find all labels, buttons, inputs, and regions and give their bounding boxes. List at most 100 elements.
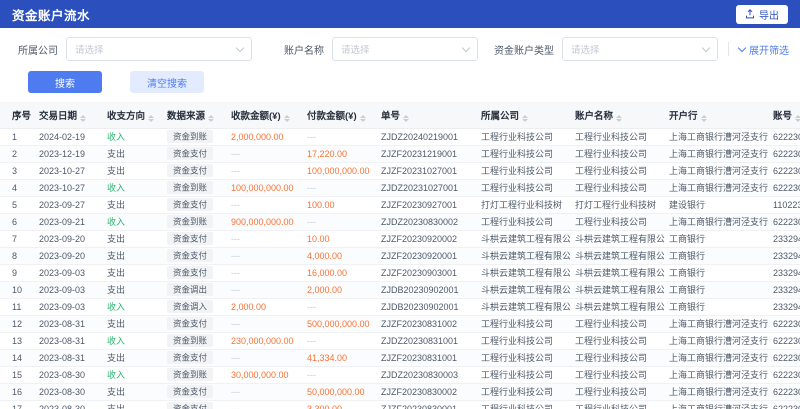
cell-date: 2023-09-20 [34, 247, 102, 264]
cell-accno-text: 62223011 [773, 336, 800, 346]
cell-amt_in: 230,000,000.00 [226, 332, 302, 349]
sort-icon[interactable] [403, 115, 409, 122]
cell-dir: 收入 [102, 298, 162, 315]
cell-accno-text: 11022382 [773, 200, 800, 210]
sort-icon[interactable] [208, 115, 214, 122]
page-header: 资金账户流水 导出 [0, 0, 800, 28]
company-select-placeholder: 请选择 [75, 42, 104, 56]
cell-account: 工程行业科技公司 [570, 162, 664, 179]
cell-order: ZJZF20230830002 [376, 383, 476, 400]
sort-icon[interactable] [360, 115, 366, 122]
cell-account: 打灯工程行业科技树 [570, 196, 664, 213]
cell-amt_out: 50,000,000.00 [302, 383, 376, 400]
table-row: 72023-09-20支出资金支付---10.00ZJZF20230920002… [0, 230, 800, 247]
column-header-10[interactable]: 账号 [768, 102, 800, 128]
transactions-table: 序号交易日期收支方向数据来源收款金额(¥)付款金额(¥)单号所属公司账户名称开户… [0, 102, 800, 409]
cell-dir-text: 收入 [107, 132, 125, 142]
source-tag: 资金支付 [167, 402, 213, 409]
table-row: 152023-08-30收入资金到账30,000,000.00---ZJDZ20… [0, 366, 800, 383]
cell-dir: 收入 [102, 179, 162, 196]
clear-search-button[interactable]: 清空搜索 [130, 71, 204, 93]
column-header-8[interactable]: 账户名称 [570, 102, 664, 128]
cell-no: 9 [0, 264, 34, 281]
column-header-6[interactable]: 单号 [376, 102, 476, 128]
cell-bank: 上海工商银行漕河泾支行 [664, 383, 768, 400]
sort-icon[interactable] [701, 115, 707, 122]
cell-amt_in-text: --- [231, 200, 240, 210]
cell-no: 16 [0, 383, 34, 400]
table-row: 62023-09-21收入资金到账900,000,000.00---ZJDZ20… [0, 213, 800, 230]
cell-amt_out: 16,000.00 [302, 264, 376, 281]
cell-company: 斗栱云建筑工程有限公司 [476, 264, 570, 281]
column-header-7[interactable]: 所属公司 [476, 102, 570, 128]
cell-order: ZJZF20231219001 [376, 145, 476, 162]
cell-company: 工程行业科技公司 [476, 332, 570, 349]
cell-accno: 23329499 [768, 298, 800, 315]
company-select[interactable]: 请选择 [66, 37, 252, 61]
cell-date: 2023-08-31 [34, 332, 102, 349]
cell-no-text: 9 [12, 268, 17, 278]
cell-amt_out-text: 500,000,000.00 [307, 319, 370, 329]
cell-amt_out-text: 50,000,000.00 [307, 387, 365, 397]
cell-company-text: 工程行业科技公司 [481, 132, 553, 142]
cell-company-text: 斗栱云建筑工程有限公司 [481, 268, 570, 278]
cell-amt_in-text: 30,000,000.00 [231, 370, 289, 380]
cell-accno: 62223011 [768, 366, 800, 383]
cell-accno: 62223011 [768, 213, 800, 230]
column-header-9[interactable]: 开户行 [664, 102, 768, 128]
search-button[interactable]: 搜索 [28, 71, 102, 93]
cell-company: 工程行业科技公司 [476, 383, 570, 400]
cell-accno: 62223011 [768, 128, 800, 145]
account-select[interactable]: 请选择 [332, 37, 478, 61]
sort-icon[interactable] [616, 115, 622, 122]
transactions-table-wrap: 序号交易日期收支方向数据来源收款金额(¥)付款金额(¥)单号所属公司账户名称开户… [0, 102, 800, 409]
cell-amt_out-text: 2,000.00 [307, 285, 342, 295]
cell-amt_in-text: 100,000,000.00 [231, 183, 294, 193]
cell-company: 工程行业科技公司 [476, 213, 570, 230]
cell-order: ZJDZ20230831001 [376, 332, 476, 349]
cell-no-text: 6 [12, 217, 17, 227]
cell-accno-text: 62223011 [773, 217, 800, 227]
cell-order: ZJZF20231027001 [376, 162, 476, 179]
sort-icon[interactable] [795, 115, 800, 122]
cell-no: 13 [0, 332, 34, 349]
column-header-3[interactable]: 数据来源 [162, 102, 226, 128]
cell-amt_out: 500,000,000.00 [302, 315, 376, 332]
sort-icon[interactable] [284, 115, 290, 122]
table-body: 12024-02-19收入资金到账2,000,000.00---ZJDZ2024… [0, 128, 800, 409]
cell-amt_out-text: 100,000,000.00 [307, 166, 370, 176]
cell-amt_in-text: --- [231, 353, 240, 363]
cell-order-text: ZJDB20230902001 [381, 285, 459, 295]
column-header-5[interactable]: 付款金额(¥) [302, 102, 376, 128]
cell-amt_in-text: 230,000,000.00 [231, 336, 294, 346]
source-tag: 资金支付 [167, 351, 213, 364]
cell-amt_out: 3,300.00 [302, 400, 376, 409]
sort-icon[interactable] [148, 115, 154, 122]
column-header-1[interactable]: 交易日期 [34, 102, 102, 128]
column-header-4[interactable]: 收款金额(¥) [226, 102, 302, 128]
cell-account: 工程行业科技公司 [570, 213, 664, 230]
column-header-2[interactable]: 收支方向 [102, 102, 162, 128]
table-row: 172023-08-30支出资金支付---3,300.00ZJZF2023083… [0, 400, 800, 409]
export-button[interactable]: 导出 [736, 5, 788, 24]
cell-no-text: 17 [12, 404, 22, 409]
sort-icon[interactable] [522, 115, 528, 122]
cell-bank-text: 上海工商银行漕河泾支行 [669, 353, 768, 363]
cell-bank-text: 上海工商银行漕河泾支行 [669, 319, 768, 329]
cell-company-text: 斗栱云建筑工程有限公司 [481, 302, 570, 312]
cell-bank: 上海工商银行漕河泾支行 [664, 145, 768, 162]
cell-account-text: 打灯工程行业科技树 [575, 200, 656, 210]
cell-company: 工程行业科技公司 [476, 145, 570, 162]
cell-no-text: 1 [12, 132, 17, 142]
cell-order-text: ZJZF20230903001 [381, 268, 457, 278]
cell-no: 10 [0, 281, 34, 298]
cell-no: 2 [0, 145, 34, 162]
cell-source: 资金支付 [162, 349, 226, 366]
sort-icon[interactable] [80, 115, 86, 122]
cell-date: 2023-09-03 [34, 281, 102, 298]
cell-amt_out: --- [302, 366, 376, 383]
expand-filter-link[interactable]: 展开筛选 [739, 42, 789, 57]
column-label: 收支方向 [107, 111, 145, 122]
cell-dir: 支出 [102, 349, 162, 366]
account-type-select[interactable]: 请选择 [562, 37, 718, 61]
